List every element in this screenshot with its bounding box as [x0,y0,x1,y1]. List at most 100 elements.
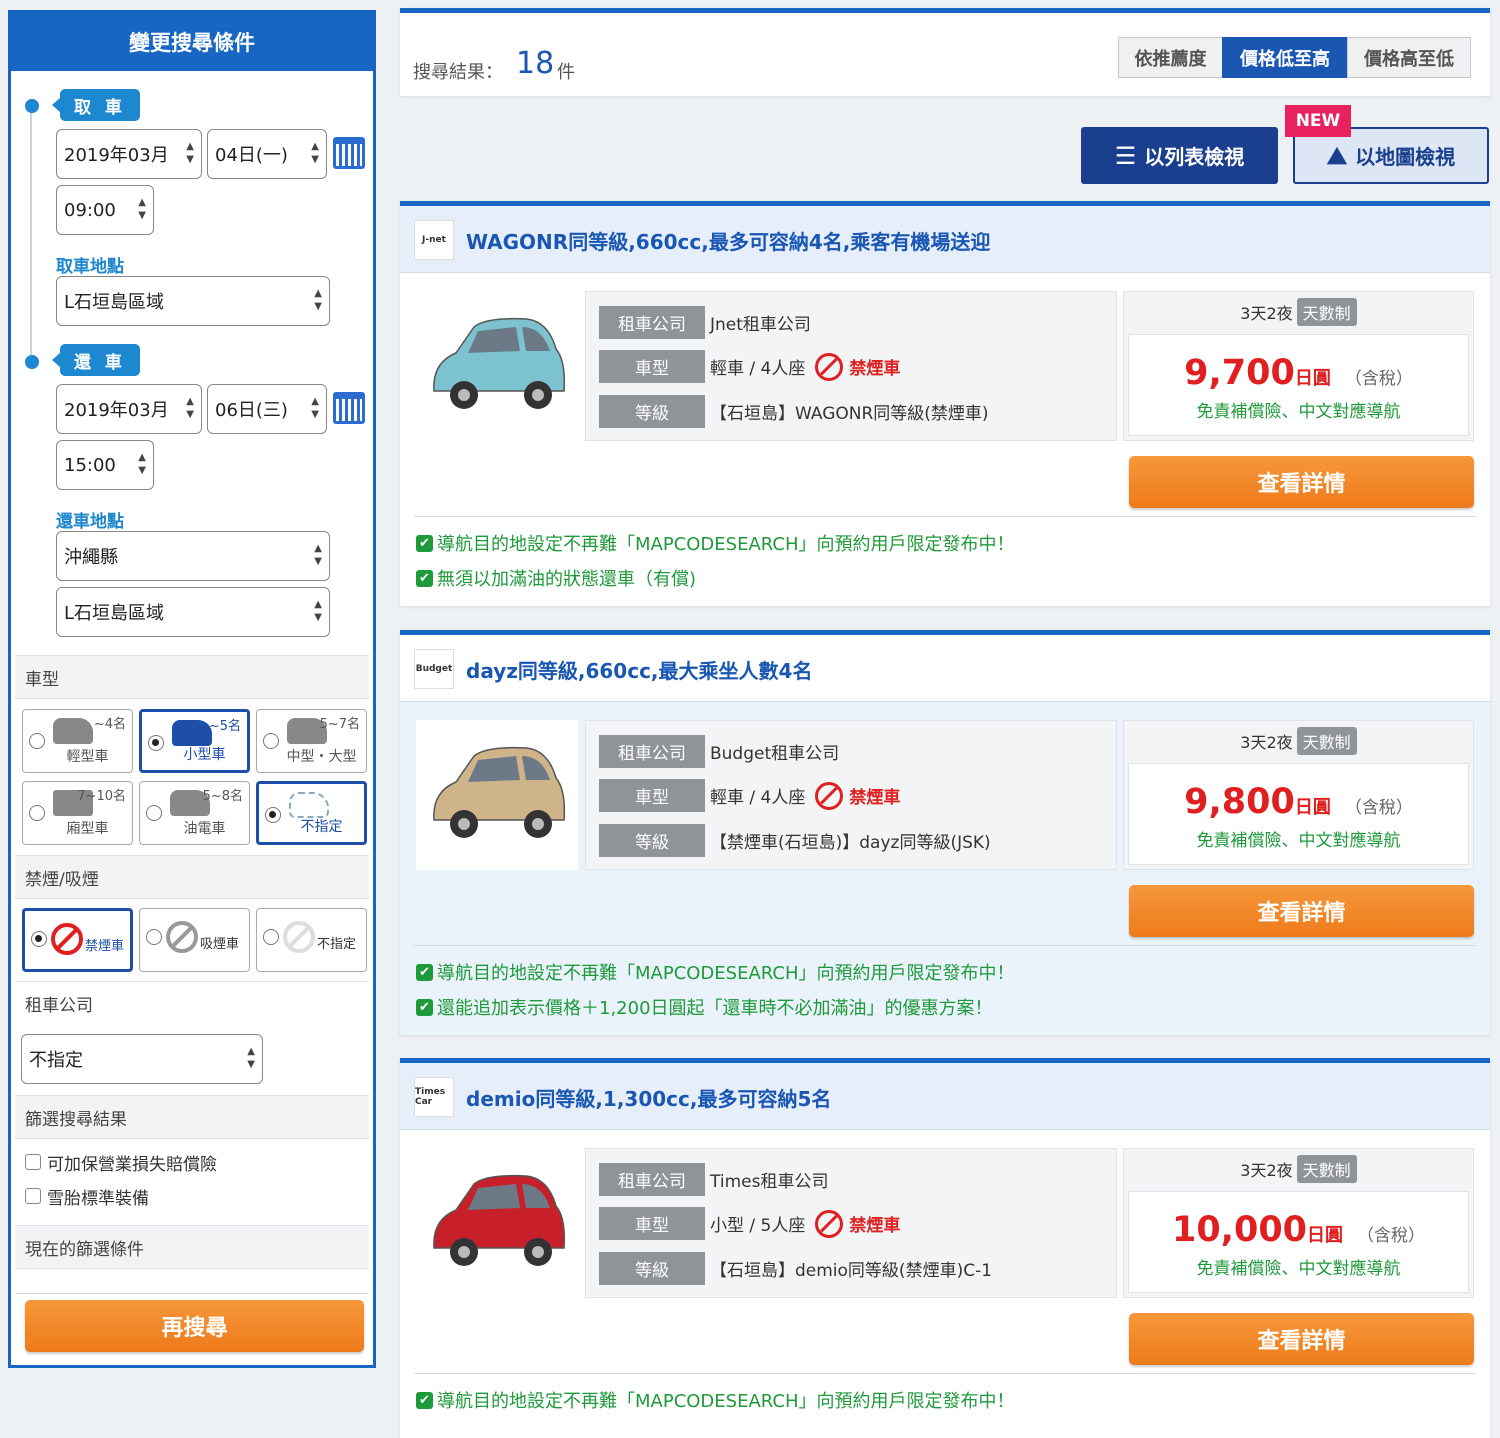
radio-icon [29,733,45,749]
filter-label: 可加保營業損失賠償險 [47,1155,217,1175]
pickup-location-select[interactable]: L石垣島區域 [56,276,330,326]
filter-checkbox-insurance[interactable] [25,1154,41,1170]
duration-badge: 天數制 [1296,298,1357,326]
car-type-option-any[interactable]: 不指定 [256,781,367,845]
smoking-option-any[interactable]: 不指定 [256,908,367,972]
radio-icon [148,735,164,751]
price: 9,800日圓 （含稅） [1129,782,1468,822]
view-details-button[interactable]: 查看詳情 [1129,1313,1474,1365]
option-caption: 不指定 [300,819,343,835]
price-unit: 日圓 [1294,797,1331,818]
sidebar-title: 變更搜尋條件 [11,13,373,71]
check-icon: ✔ [416,963,433,981]
return-prefecture-select[interactable]: 沖繩縣 [56,531,330,581]
pickup-location-label: 取車地點 [56,257,124,277]
car-card: Budget dayz同等級,660cc,最大乘坐人數4名 租車公司 Budge… [400,630,1490,1035]
map-view-label: 以地圖檢視 [1355,145,1456,169]
capacity-label: 5~7名 [319,717,360,732]
nonsmoking-label: 禁煙車 [849,788,901,808]
car-type-option-kei[interactable]: ~4名 輕型車 [22,709,133,773]
return-location-select[interactable]: L石垣島區域 [56,587,330,637]
feature-item: ✔ 導航目的地設定不再難「MAPCODESEARCH」向預約用戶限定發布中！ [416,959,1015,985]
radio-icon [265,807,281,823]
price-inner: 10,000日圓 （含稅） 免責補償險、中文對應導航 [1128,1191,1469,1293]
calendar-icon[interactable] [333,392,365,424]
smoking-header: 禁煙/吸煙 [15,855,369,899]
calendar-icon[interactable] [333,137,365,169]
price-value: 9,700 [1184,353,1295,393]
divider [414,1373,1476,1374]
capacity-label: ~5名 [208,719,241,734]
feature-item: ✔ 導航目的地設定不再難「MAPCODESEARCH」向預約用戶限定發布中！ [416,1387,1015,1413]
type-value: 輕車 / 4人座 禁煙車 [710,350,900,383]
company-select[interactable]: 不指定 [21,1034,263,1084]
filter-checkbox-snow-tires[interactable] [25,1188,41,1204]
return-month-select[interactable]: 2019年03月 [56,384,202,434]
feature-text: 還能追加表示價格＋1,200日圓起「還車時不必加滿油」的優惠方案！ [437,998,993,1019]
card-title[interactable]: demio同等級,1,300cc,最多可容納5名 [466,1083,831,1112]
price-value: 10,000 [1171,1210,1308,1250]
divider [15,1293,369,1294]
spec-label: 租車公司 [599,735,705,768]
car-type-header: 車型 [15,655,369,699]
price-unit: 日圓 [1294,368,1331,389]
car-type-text: 輕車 / 4人座 [710,359,806,379]
car-outline-icon [289,792,329,818]
pickup-month-select[interactable]: 2019年03月 [56,129,202,179]
tax-note: （含稅） [1357,1226,1426,1246]
pickup-day-select[interactable]: 04日(一) [207,129,327,179]
car-type-option-compact[interactable]: ~5名 小型車 [139,709,250,773]
view-details-button[interactable]: 查看詳情 [1129,885,1474,937]
pickup-dot [25,99,39,113]
car-image [416,720,578,870]
company-logo: Times Car [414,1077,454,1117]
search-again-button[interactable]: 再搜尋 [25,1300,364,1352]
price-inner: 9,800日圓 （含稅） 免責補償險、中文對應導航 [1128,763,1469,865]
price-note: 免責補償險、中文對應導航 [1196,831,1401,851]
option-caption: 輕型車 [66,749,109,765]
price-note: 免責補償險、中文對應導航 [1196,1259,1401,1279]
car-type-option-hybrid[interactable]: 5~8名 油電車 [139,781,250,845]
car-type-text: 輕車 / 4人座 [710,788,806,808]
radio-icon [29,805,45,821]
car-type-option-midsize[interactable]: 5~7名 中型・大型 [256,709,367,773]
spec-label: 等級 [599,1252,705,1285]
smoking-option-smoking[interactable]: 吸煙車 [139,908,250,972]
smoking-any-icon [283,921,315,953]
company-value: Jnet租車公司 [710,315,811,335]
grade-value: 【禁煙車(石垣島)】dayz同等級(JSK) [710,833,991,853]
check-icon: ✔ [416,534,433,552]
grade-value: 【石垣島】WAGONR同等級(禁煙車) [710,404,989,424]
price-box: 3天2夜 天數制 9,700日圓 （含稅） 免責補償險、中文對應導航 [1123,291,1474,441]
view-details-button[interactable]: 查看詳情 [1129,456,1474,508]
duration: 3天2夜 天數制 [1124,298,1473,326]
filter-label: 雪胎標準裝備 [47,1189,149,1209]
car-icon [53,718,93,744]
card-title[interactable]: WAGONR同等級,660cc,最多可容納4名,乘客有機場送迎 [466,226,990,255]
sort-recommended[interactable]: 依推薦度 [1118,37,1223,78]
no-smoking-icon [51,923,83,955]
menu-icon: ☰ [1114,141,1137,170]
list-view-button[interactable]: ☰ 以列表檢視 [1081,127,1278,184]
pickup-time-select[interactable]: 09:00 [56,185,154,235]
car-card: J-net WAGONR同等級,660cc,最多可容納4名,乘客有機場送迎 租車… [400,201,1490,606]
return-day-select[interactable]: 06日(三) [207,384,327,434]
feature-text: 導航目的地設定不再難「MAPCODESEARCH」向預約用戶限定發布中！ [437,963,1015,984]
car-icon [172,720,212,746]
feature-item: ✔ 無須以加滿油的狀態還車（有償) [416,565,696,591]
smoking-option-nonsmoking[interactable]: 禁煙車 [22,908,133,972]
sort-price-desc[interactable]: 價格高至低 [1347,37,1471,78]
feature-text: 導航目的地設定不再難「MAPCODESEARCH」向預約用戶限定發布中！ [437,1391,1015,1412]
capacity-label: ~4名 [93,717,126,732]
list-view-label: 以列表檢視 [1144,145,1245,169]
sort-price-asc[interactable]: 價格低至高 [1222,37,1348,78]
card-title[interactable]: dayz同等級,660cc,最大乘坐人數4名 [466,655,812,684]
check-icon: ✔ [416,569,433,587]
return-time-select[interactable]: 15:00 [56,440,154,490]
duration-badge: 天數制 [1296,1155,1357,1183]
car-image [416,291,578,441]
radio-icon [263,733,279,749]
capacity-label: 7~10名 [77,789,126,804]
car-type-option-van[interactable]: 7~10名 廂型車 [22,781,133,845]
return-location-label: 還車地點 [56,512,124,532]
